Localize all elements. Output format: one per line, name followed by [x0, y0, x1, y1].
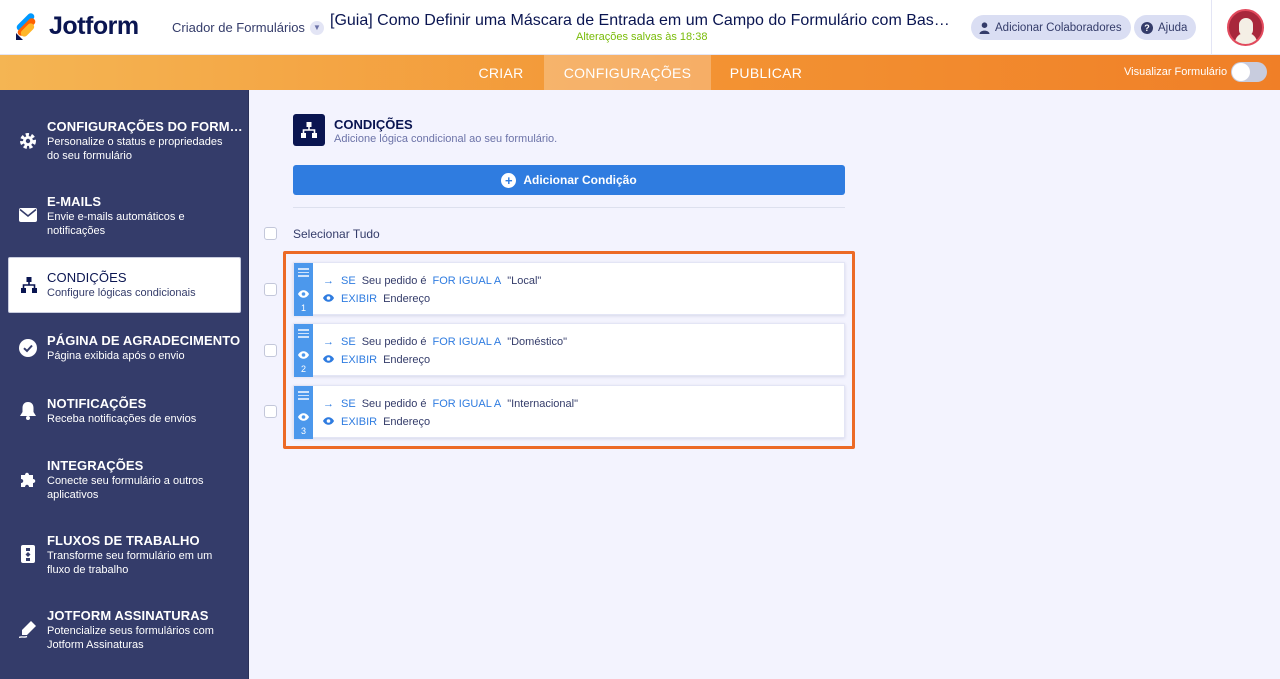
- select-all-checkbox[interactable]: [264, 227, 277, 240]
- tab-configuracoes[interactable]: CONFIGURAÇÕES: [544, 55, 711, 90]
- user-icon: [978, 21, 990, 34]
- plus-circle-icon: +: [501, 172, 517, 188]
- sidebar-item-desc: Transforme seu formulário em um fluxo de…: [47, 550, 213, 576]
- check-circle-icon: [19, 339, 37, 357]
- avatar[interactable]: [1227, 9, 1264, 46]
- sidebar-item-desc: Personalize o status e propriedades do s…: [47, 136, 223, 162]
- help-icon: ?: [1141, 21, 1153, 34]
- collab-label: Adicionar Colaboradores: [995, 21, 1122, 34]
- sidebar-item-desc: Receba notificações de envios: [47, 413, 197, 425]
- sidebar-item-title: CONFIGURAÇÕES DO FORM…: [47, 119, 243, 134]
- puzzle-icon: [19, 470, 37, 488]
- sidebar-item-title: PÁGINA DE AGRADECIMENTO: [47, 333, 241, 348]
- logo-text: Jotform: [49, 11, 139, 40]
- highlight-box: [283, 251, 855, 449]
- select-all-label: Selecionar Tudo: [293, 227, 380, 241]
- sidebar-item-title: JOTFORM ASSINATURAS: [47, 608, 209, 623]
- divider: [293, 207, 845, 208]
- page-subtitle: Adicione lógica condicional ao seu formu…: [334, 133, 558, 145]
- sidebar-item-title: NOTIFICAÇÕES: [47, 396, 147, 411]
- condition-checkbox[interactable]: [264, 283, 277, 296]
- header-divider: [1211, 0, 1212, 55]
- preview-toggle[interactable]: [1231, 62, 1267, 82]
- sidebar-item-thank-you[interactable]: PÁGINA DE AGRADECIMENTO Página exibida a…: [0, 327, 249, 377]
- sidebar-item-desc: Página exibida após o envio: [47, 350, 185, 362]
- sidebar-item-emails[interactable]: E-MAILS Envie e-mails automáticos e noti…: [0, 187, 249, 247]
- sidebar-item-signatures[interactable]: JOTFORM ASSINATURAS Potencialize seus fo…: [0, 602, 249, 662]
- sidebar-item-notifications[interactable]: NOTIFICAÇÕES Receba notificações de envi…: [0, 390, 249, 440]
- chevron-down-icon: ▼: [309, 20, 324, 35]
- sidebar-item-desc: Envie e-mails automáticos e notificações: [47, 211, 185, 237]
- sidebar-item-title: CONDIÇÕES: [47, 270, 127, 285]
- help-label: Ajuda: [1158, 21, 1188, 34]
- sidebar-item-title: E-MAILS: [47, 194, 102, 209]
- save-status: Alterações salvas às 18:38: [576, 31, 708, 43]
- sidebar-item-conditions[interactable]: CONDIÇÕES Configure lógicas condicionais: [8, 257, 241, 313]
- sidebar-item-desc: Conecte seu formulário a outros aplicati…: [47, 475, 204, 501]
- help-button[interactable]: ? Ajuda: [1134, 15, 1197, 40]
- tab-criar[interactable]: CRIAR: [460, 55, 542, 90]
- add-condition-label: Adicionar Condição: [523, 173, 637, 187]
- sidebar-item-title: INTEGRAÇÕES: [47, 458, 144, 473]
- sidebar-item-form-settings[interactable]: CONFIGURAÇÕES DO FORM… Personalize o sta…: [0, 112, 249, 172]
- condition-checkbox[interactable]: [264, 344, 277, 357]
- sidebar-item-integrations[interactable]: INTEGRAÇÕES Conecte seu formulário a out…: [0, 452, 249, 512]
- sitemap-icon: [20, 276, 38, 294]
- envelope-icon: [19, 206, 37, 224]
- preview-label: Visualizar Formulário: [1124, 66, 1228, 78]
- signature-pen-icon: [19, 620, 37, 638]
- builder-dropdown[interactable]: Criador de Formulários ▼: [172, 20, 324, 35]
- svg-text:?: ?: [1144, 23, 1150, 33]
- builder-label: Criador de Formulários: [172, 20, 305, 35]
- bell-icon: [19, 402, 37, 420]
- workflow-icon: [19, 545, 37, 563]
- form-title[interactable]: [Guia] Como Definir uma Máscara de Entra…: [330, 12, 950, 30]
- tab-publicar[interactable]: PUBLICAR: [711, 55, 821, 90]
- sidebar-item-desc: Configure lógicas condicionais: [47, 287, 196, 299]
- add-collaborators-button[interactable]: Adicionar Colaboradores: [971, 15, 1131, 40]
- top-header: Jotform Criador de Formulários ▼ [Guia] …: [0, 0, 1280, 55]
- sidebar-item-title: FLUXOS DE TRABALHO: [47, 533, 200, 548]
- settings-sidebar: CONFIGURAÇÕES DO FORM… Personalize o sta…: [0, 90, 249, 679]
- gear-icon: [19, 132, 37, 150]
- jotform-logo[interactable]: Jotform: [14, 11, 139, 41]
- main-nav: CRIAR CONFIGURAÇÕES PUBLICAR Visualizar …: [0, 55, 1280, 90]
- conditions-section-icon: [293, 114, 325, 146]
- page-title: CONDIÇÕES: [334, 117, 413, 132]
- sidebar-item-desc: Potencialize seus formulários com Jotfor…: [47, 625, 214, 651]
- add-condition-button[interactable]: + Adicionar Condição: [293, 165, 845, 195]
- jotform-logo-icon: [14, 11, 40, 41]
- condition-checkbox[interactable]: [264, 405, 277, 418]
- sidebar-item-workflows[interactable]: FLUXOS DE TRABALHO Transforme seu formul…: [0, 527, 249, 587]
